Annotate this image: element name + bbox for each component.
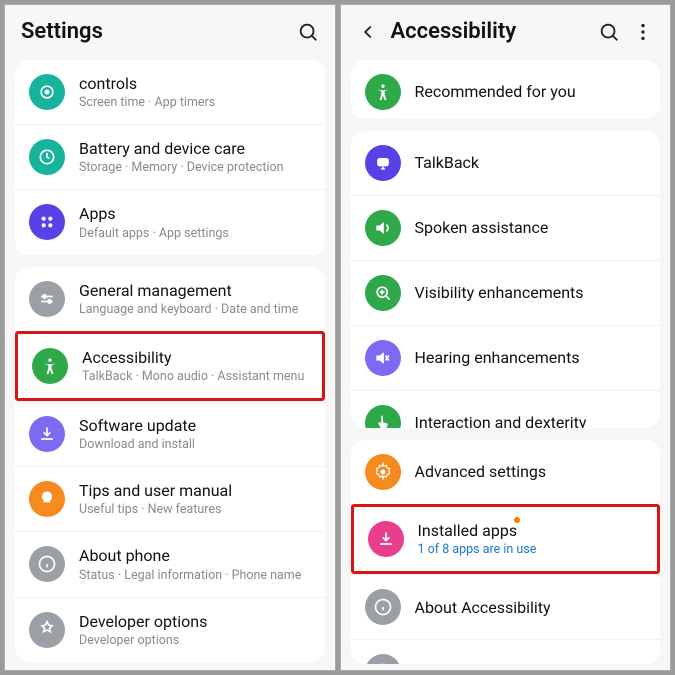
item-text: Tips and user manual Useful tips · New f…: [79, 481, 311, 517]
item-text: Software update Download and install: [79, 416, 311, 452]
item-developer[interactable]: Developer options Developer options: [15, 597, 325, 662]
settings-group-1: controls Screen time · App timers Batter…: [15, 60, 325, 255]
download-icon: [29, 416, 65, 452]
settings-header: Settings: [5, 5, 335, 54]
a11y-group-1: TalkBack Spoken assistance Visibility en…: [351, 131, 661, 428]
item-text: Battery and device care Storage · Memory…: [79, 139, 311, 175]
item-text: About phone Status · Legal information ·…: [79, 546, 311, 582]
item-spoken[interactable]: Spoken assistance: [351, 195, 661, 260]
gear-icon: [365, 454, 401, 490]
item-text: Installed apps 1 of 8 apps are in use: [418, 521, 644, 557]
speaker-icon: [365, 210, 401, 246]
back-icon[interactable]: [357, 21, 379, 43]
item-controls[interactable]: controls Screen time · App timers: [15, 60, 325, 124]
item-software-update[interactable]: Software update Download and install: [15, 401, 325, 466]
settings-group-2: General management Language and keyboard…: [15, 267, 325, 662]
hearing-icon: [365, 340, 401, 376]
a11y-group-2: Advanced settings Installed apps 1 of 8 …: [351, 440, 661, 664]
tips-icon: [29, 481, 65, 517]
contact-icon: [365, 654, 401, 664]
controls-icon: [29, 74, 65, 110]
more-icon[interactable]: [632, 21, 654, 43]
item-interaction[interactable]: Interaction and dexterity: [351, 390, 661, 428]
item-text: Developer options Developer options: [79, 612, 311, 648]
item-hearing[interactable]: Hearing enhancements: [351, 325, 661, 390]
item-about-phone[interactable]: About phone Status · Legal information ·…: [15, 531, 325, 596]
item-text: Recommended for you: [415, 82, 647, 101]
item-general[interactable]: General management Language and keyboard…: [15, 267, 325, 331]
general-icon: [29, 281, 65, 317]
item-text: Accessibility TalkBack · Mono audio · As…: [82, 348, 308, 384]
item-accessibility[interactable]: Accessibility TalkBack · Mono audio · As…: [15, 331, 325, 401]
item-recommended[interactable]: Recommended for you: [351, 60, 661, 119]
item-installed-apps[interactable]: Installed apps 1 of 8 apps are in use: [351, 504, 661, 574]
item-talkback[interactable]: TalkBack: [351, 131, 661, 195]
page-title: Settings: [21, 19, 285, 44]
battery-icon: [29, 139, 65, 175]
item-advanced[interactable]: Advanced settings: [351, 440, 661, 504]
accessibility-header: Accessibility: [341, 5, 671, 54]
item-tips[interactable]: Tips and user manual Useful tips · New f…: [15, 466, 325, 531]
item-text: controls Screen time · App timers: [79, 74, 311, 110]
notification-dot: [514, 517, 520, 523]
apps-icon: [29, 204, 65, 240]
item-about-a11y[interactable]: About Accessibility: [351, 574, 661, 639]
zoom-icon: [365, 275, 401, 311]
info-icon: [29, 546, 65, 582]
touch-icon: [365, 405, 401, 428]
accessibility-panel: Accessibility Recommended for you TalkBa…: [340, 4, 672, 671]
search-icon[interactable]: [598, 21, 620, 43]
a11y-group-recommended: Recommended for you: [351, 60, 661, 119]
search-icon[interactable]: [297, 21, 319, 43]
item-contact[interactable]: Contact us: [351, 639, 661, 664]
accessibility-icon: [365, 74, 401, 110]
page-title: Accessibility: [391, 19, 587, 44]
installed-apps-icon: [368, 521, 404, 557]
accessibility-icon: [32, 348, 68, 384]
item-visibility[interactable]: Visibility enhancements: [351, 260, 661, 325]
item-battery[interactable]: Battery and device care Storage · Memory…: [15, 124, 325, 189]
settings-panel: Settings controls Screen time · App time…: [4, 4, 336, 671]
developer-icon: [29, 612, 65, 648]
item-apps[interactable]: Apps Default apps · App settings: [15, 189, 325, 254]
talkback-icon: [365, 145, 401, 181]
item-text: General management Language and keyboard…: [79, 281, 311, 317]
info-icon: [365, 589, 401, 625]
item-text: Apps Default apps · App settings: [79, 204, 311, 240]
